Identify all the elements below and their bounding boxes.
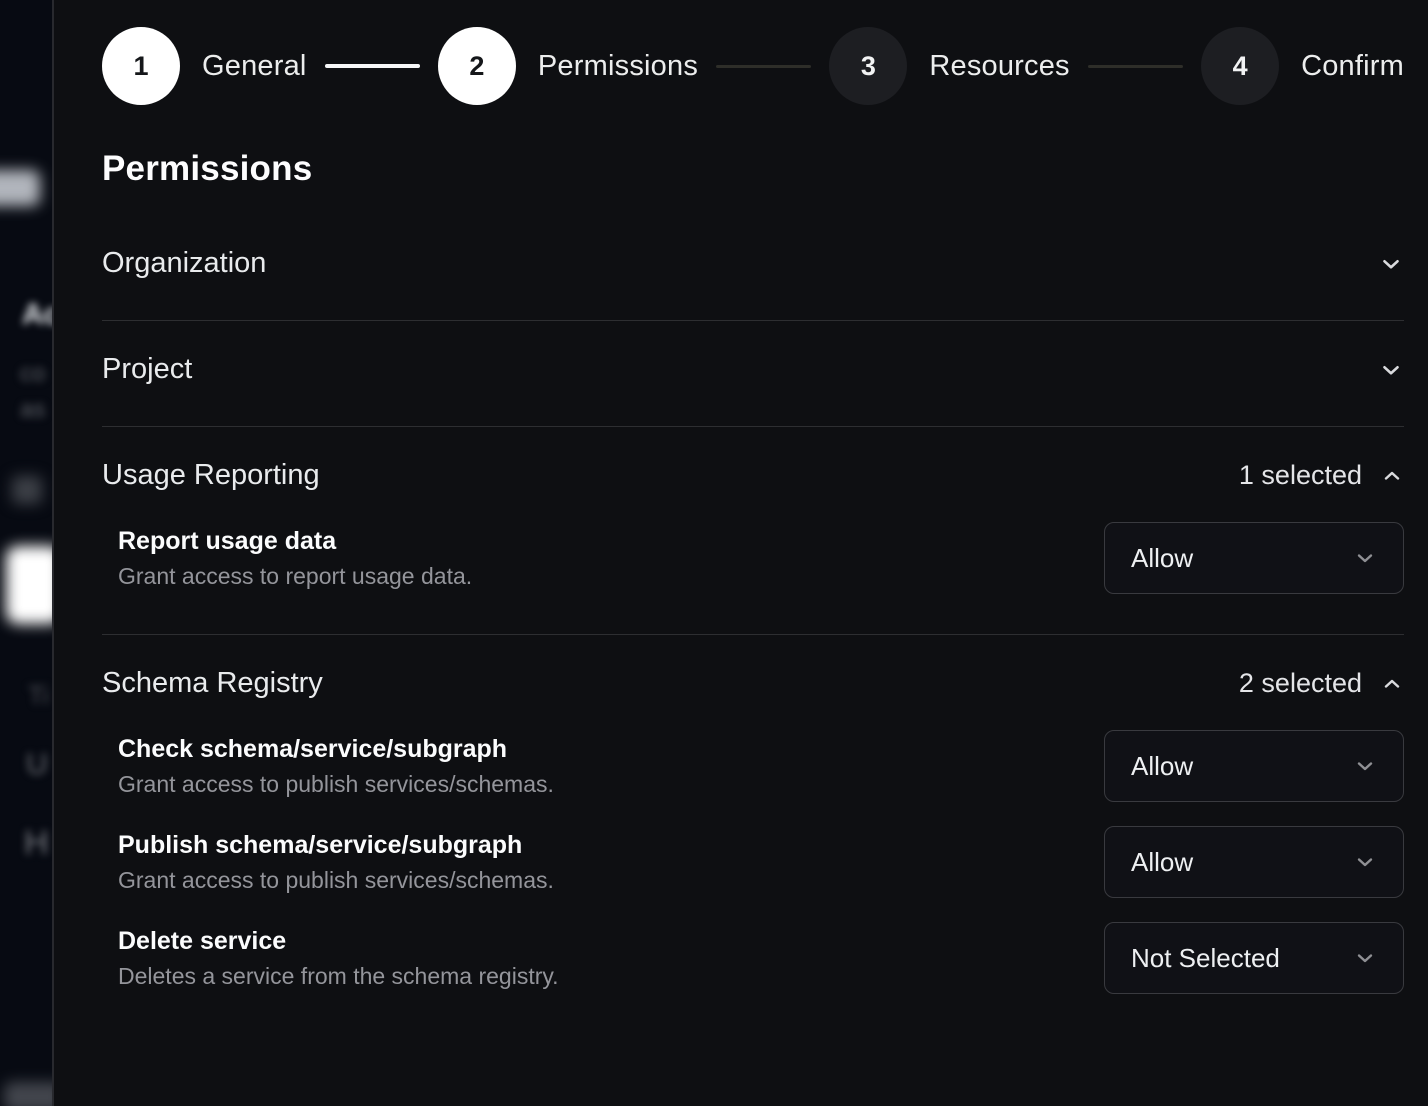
permission-row-delete-service: Delete service Deletes a service from th… [102,922,1404,994]
sidebar-text-fragment: U [26,748,48,782]
app-sidebar-blurred: Ac co as Ti U H [0,0,54,1106]
permission-title: Report usage data [118,527,472,556]
permission-title: Check schema/service/subgraph [118,735,554,764]
step-label: General [202,50,307,83]
sidebar-logo-blob [0,170,40,206]
sidebar-icon-blob [12,476,42,504]
permission-description: Grant access to publish services/schemas… [118,771,554,798]
permission-description: Grant access to publish services/schemas… [118,867,554,894]
sidebar-text-fragment: as [20,396,45,424]
selected-count-badge: 2 selected [1239,668,1362,699]
permission-row-report-usage-data: Report usage data Grant access to report… [102,522,1404,594]
permission-title: Delete service [118,927,559,956]
step-label: Permissions [538,50,698,83]
step-number-badge: 4 [1201,27,1279,105]
select-value: Allow [1131,847,1193,878]
page-title: Permissions [102,149,1404,189]
section-title: Schema Registry [102,667,323,700]
permission-row-check-schema: Check schema/service/subgraph Grant acce… [102,730,1404,802]
section-header-organization[interactable]: Organization [102,247,1404,280]
step-connector [1088,65,1183,68]
section-header-schema-registry[interactable]: Schema Registry 2 selected [102,667,1404,700]
select-value: Allow [1131,543,1193,574]
permission-select-report-usage-data[interactable]: Allow [1104,522,1404,594]
section-title: Organization [102,247,266,280]
chevron-up-icon [1380,464,1404,488]
permission-row-publish-schema: Publish schema/service/subgraph Grant ac… [102,826,1404,898]
step-resources[interactable]: 3 Resources [829,27,1069,105]
step-connector [716,65,811,68]
create-key-wizard-panel: 1 General 2 Permissions 3 Resources 4 Co… [56,0,1428,1106]
step-label: Resources [929,50,1069,83]
chevron-down-icon [1353,850,1377,874]
chevron-down-icon [1378,357,1404,383]
chevron-up-icon [1380,672,1404,696]
step-permissions[interactable]: 2 Permissions [438,27,698,105]
sidebar-avatar-blob [6,546,54,624]
permission-sections: Organization Project Usage Reporting 1 s… [102,215,1404,1034]
sidebar-text-fragment: H [24,824,49,863]
permission-select-delete-service[interactable]: Not Selected [1104,922,1404,994]
permission-description: Grant access to report usage data. [118,563,472,590]
step-general[interactable]: 1 General [102,27,307,105]
sidebar-bottom-blob [4,1082,54,1106]
permission-description: Deletes a service from the schema regist… [118,963,559,990]
section-organization: Organization [102,215,1404,321]
permission-title: Publish schema/service/subgraph [118,831,554,860]
section-project: Project [102,321,1404,427]
permission-select-check-schema[interactable]: Allow [1104,730,1404,802]
step-label: Confirm [1301,50,1404,83]
wizard-stepper: 1 General 2 Permissions 3 Resources 4 Co… [102,27,1404,105]
section-header-project[interactable]: Project [102,353,1404,386]
chevron-down-icon [1353,754,1377,778]
chevron-down-icon [1353,546,1377,570]
step-number-badge: 3 [829,27,907,105]
sidebar-text-fragment: Ti [28,680,49,711]
section-title: Project [102,353,192,386]
select-value: Allow [1131,751,1193,782]
permission-select-publish-schema[interactable]: Allow [1104,826,1404,898]
chevron-down-icon [1353,946,1377,970]
step-number-badge: 2 [438,27,516,105]
step-number-badge: 1 [102,27,180,105]
sidebar-text-fragment: co [20,360,45,388]
step-confirm[interactable]: 4 Confirm [1201,27,1404,105]
step-connector [325,64,420,68]
select-value: Not Selected [1131,943,1280,974]
selected-count-badge: 1 selected [1239,460,1362,491]
section-usage-reporting: Usage Reporting 1 selected Report usage … [102,427,1404,635]
chevron-down-icon [1378,251,1404,277]
section-title: Usage Reporting [102,459,320,492]
sidebar-text-fragment: Ac [22,298,54,332]
section-schema-registry: Schema Registry 2 selected Check schema/… [102,635,1404,1034]
section-header-usage-reporting[interactable]: Usage Reporting 1 selected [102,459,1404,492]
